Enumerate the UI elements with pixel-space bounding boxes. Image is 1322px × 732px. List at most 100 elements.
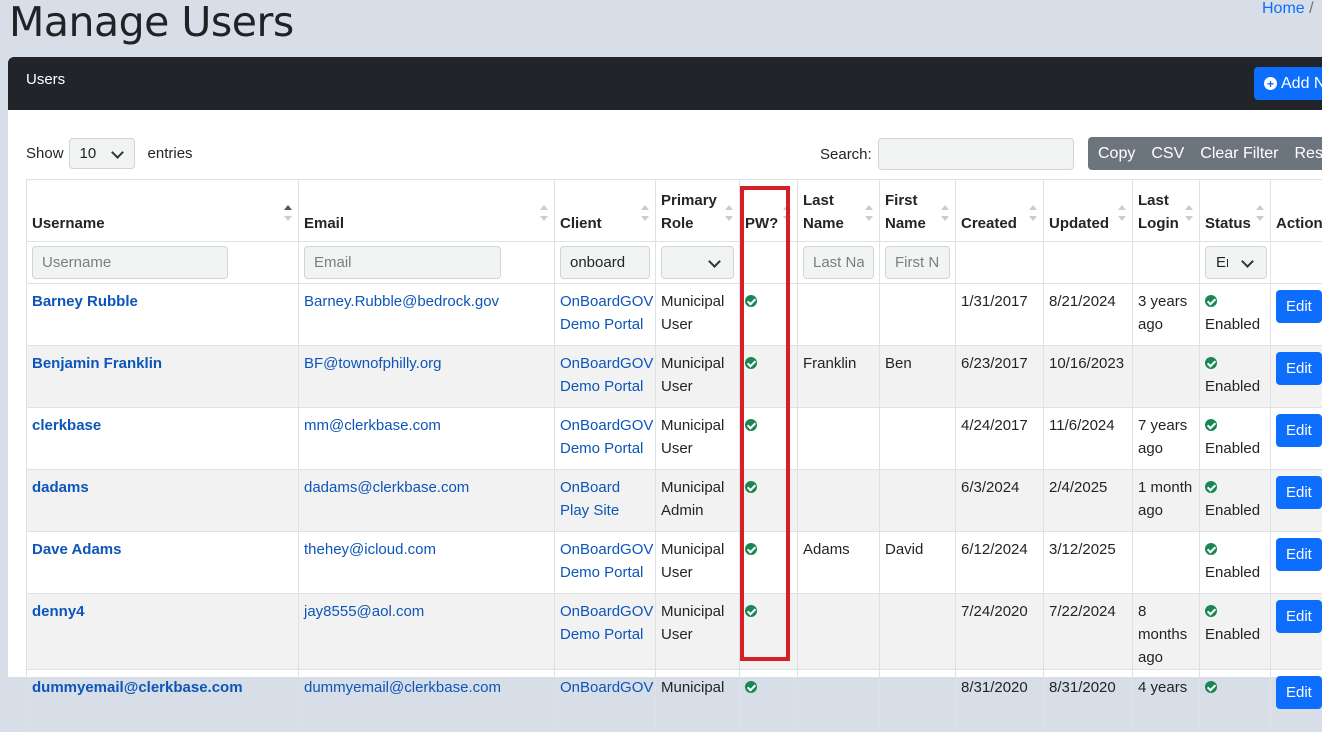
edit-button[interactable]: Edit <box>1276 414 1322 447</box>
username-link[interactable]: Dave Adams <box>32 541 122 558</box>
username-link[interactable]: denny4 <box>32 603 85 620</box>
last-login-cell <box>1133 532 1200 594</box>
col-client-header[interactable]: Client <box>555 180 656 242</box>
username-link[interactable]: dadams <box>32 479 89 496</box>
updated-cell: 8/31/2020 <box>1044 670 1133 732</box>
email-filter-input[interactable] <box>304 246 501 279</box>
pw-filter-cell <box>740 242 798 284</box>
sort-icon <box>641 205 649 221</box>
status-text: Enabled <box>1205 502 1260 519</box>
edit-button[interactable]: Edit <box>1276 538 1322 571</box>
status-text: Enabled <box>1205 440 1260 457</box>
updated-cell: 2/4/2025 <box>1044 470 1133 532</box>
entries-select[interactable]: 10 <box>69 138 135 169</box>
sort-icon <box>540 205 548 221</box>
role-cell: Municipal User <box>656 408 740 470</box>
username-link[interactable]: Barney Rubble <box>32 293 138 310</box>
table-row: denny4 jay8555@aol.com OnBoardGOV Demo Por… <box>27 594 1322 670</box>
status-text: Enabled <box>1205 564 1260 581</box>
check-circle-icon <box>1205 357 1217 369</box>
role-cell: Municipal User <box>656 594 740 670</box>
client-filter-input[interactable] <box>560 246 650 279</box>
client-link[interactable]: OnBoardGOV Demo Portal <box>560 355 653 395</box>
last-name-filter-input[interactable] <box>803 246 874 279</box>
table-row: dadams dadams@clerkbase.com OnBoard Play S… <box>27 470 1322 532</box>
first-name-cell <box>880 284 956 346</box>
col-username-header[interactable]: Username <box>27 180 299 242</box>
last-login-cell: 8 months ago <box>1133 594 1200 670</box>
first-name-cell <box>880 594 956 670</box>
client-link[interactable]: OnBoardGOV <box>560 679 653 696</box>
status-text: Enabled <box>1205 378 1260 395</box>
search-input[interactable] <box>878 138 1074 170</box>
username-link[interactable]: clerkbase <box>32 417 101 434</box>
col-last-login-header[interactable]: Last Login <box>1133 180 1200 242</box>
role-filter-select[interactable] <box>661 246 734 279</box>
edit-button[interactable]: Edit <box>1276 600 1322 633</box>
reset-button[interactable]: Reset <box>1287 145 1322 163</box>
last-name-cell <box>798 284 880 346</box>
sort-icon <box>941 205 949 221</box>
col-last-name-header[interactable]: Last Name <box>798 180 880 242</box>
users-table: Username Email Client Primary Role PW? L… <box>26 179 1322 732</box>
email-link[interactable]: jay8555@aol.com <box>304 603 424 620</box>
csv-button[interactable]: CSV <box>1143 145 1192 163</box>
sort-icon <box>865 205 873 221</box>
username-link[interactable]: dummyemail@clerkbase.com <box>32 679 243 696</box>
email-link[interactable]: dadams@clerkbase.com <box>304 479 469 496</box>
add-user-button[interactable]: + Add N <box>1254 67 1322 100</box>
action-filter-cell <box>1271 242 1322 284</box>
client-link[interactable]: OnBoardGOV Demo Portal <box>560 541 653 581</box>
table-body: Barney Rubble Barney.Rubble@bedrock.gov On… <box>27 284 1322 732</box>
last-login-cell <box>1133 346 1200 408</box>
check-circle-icon <box>1205 481 1217 493</box>
length-control: Show 10 entries <box>26 138 193 169</box>
username-link[interactable]: Benjamin Franklin <box>32 355 162 372</box>
created-filter-cell <box>956 242 1044 284</box>
col-role-header[interactable]: Primary Role <box>656 180 740 242</box>
copy-button[interactable]: Copy <box>1088 145 1143 163</box>
email-link[interactable]: Barney.Rubble@bedrock.gov <box>304 293 499 310</box>
entries-select-value: 10 <box>80 145 97 162</box>
email-link[interactable]: mm@clerkbase.com <box>304 417 441 434</box>
updated-cell: 3/12/2025 <box>1044 532 1133 594</box>
col-pw-header[interactable]: PW? <box>740 180 798 242</box>
chevron-down-icon <box>1241 255 1254 268</box>
email-link[interactable]: thehey@icloud.com <box>304 541 436 558</box>
col-created-header[interactable]: Created <box>956 180 1044 242</box>
edit-button[interactable]: Edit <box>1276 676 1322 709</box>
edit-button[interactable]: Edit <box>1276 290 1322 323</box>
client-link[interactable]: OnBoardGOV Demo Portal <box>560 417 653 457</box>
email-link[interactable]: BF@townofphilly.org <box>304 355 442 372</box>
table-row: Barney Rubble Barney.Rubble@bedrock.gov On… <box>27 284 1322 346</box>
username-filter-input[interactable] <box>32 246 228 279</box>
last-name-cell: Franklin <box>798 346 880 408</box>
last-login-cell: 4 years <box>1133 670 1200 732</box>
col-updated-header[interactable]: Updated <box>1044 180 1133 242</box>
add-user-label: Add N <box>1281 75 1322 93</box>
email-link[interactable]: dummyemail@clerkbase.com <box>304 679 501 696</box>
breadcrumb-home-link[interactable]: Home <box>1262 0 1305 17</box>
first-name-cell: Ben <box>880 346 956 408</box>
clear-filter-button[interactable]: Clear Filter <box>1192 145 1286 163</box>
last-login-cell: 1 month ago <box>1133 470 1200 532</box>
last-name-cell <box>798 408 880 470</box>
filter-row: Enabled <box>27 242 1322 284</box>
table-row: dummyemail@clerkbase.com dummyemail@clerk… <box>27 670 1322 732</box>
updated-cell: 7/22/2024 <box>1044 594 1133 670</box>
first-name-cell <box>880 470 956 532</box>
col-email-header[interactable]: Email <box>299 180 555 242</box>
edit-button[interactable]: Edit <box>1276 352 1322 385</box>
first-name-filter-input[interactable] <box>885 246 950 279</box>
role-cell: Municipal <box>656 670 740 732</box>
status-filter-select[interactable]: Enabled <box>1205 246 1267 279</box>
client-link[interactable]: OnBoard Play Site <box>560 479 620 519</box>
col-first-name-header[interactable]: First Name <box>880 180 956 242</box>
client-link[interactable]: OnBoardGOV Demo Portal <box>560 603 653 643</box>
edit-button[interactable]: Edit <box>1276 476 1322 509</box>
col-status-header[interactable]: Status <box>1200 180 1271 242</box>
breadcrumb: Home / <box>1262 0 1314 18</box>
client-link[interactable]: OnBoardGOV Demo Portal <box>560 293 653 333</box>
check-circle-icon <box>1205 681 1217 693</box>
check-circle-icon <box>745 357 757 369</box>
